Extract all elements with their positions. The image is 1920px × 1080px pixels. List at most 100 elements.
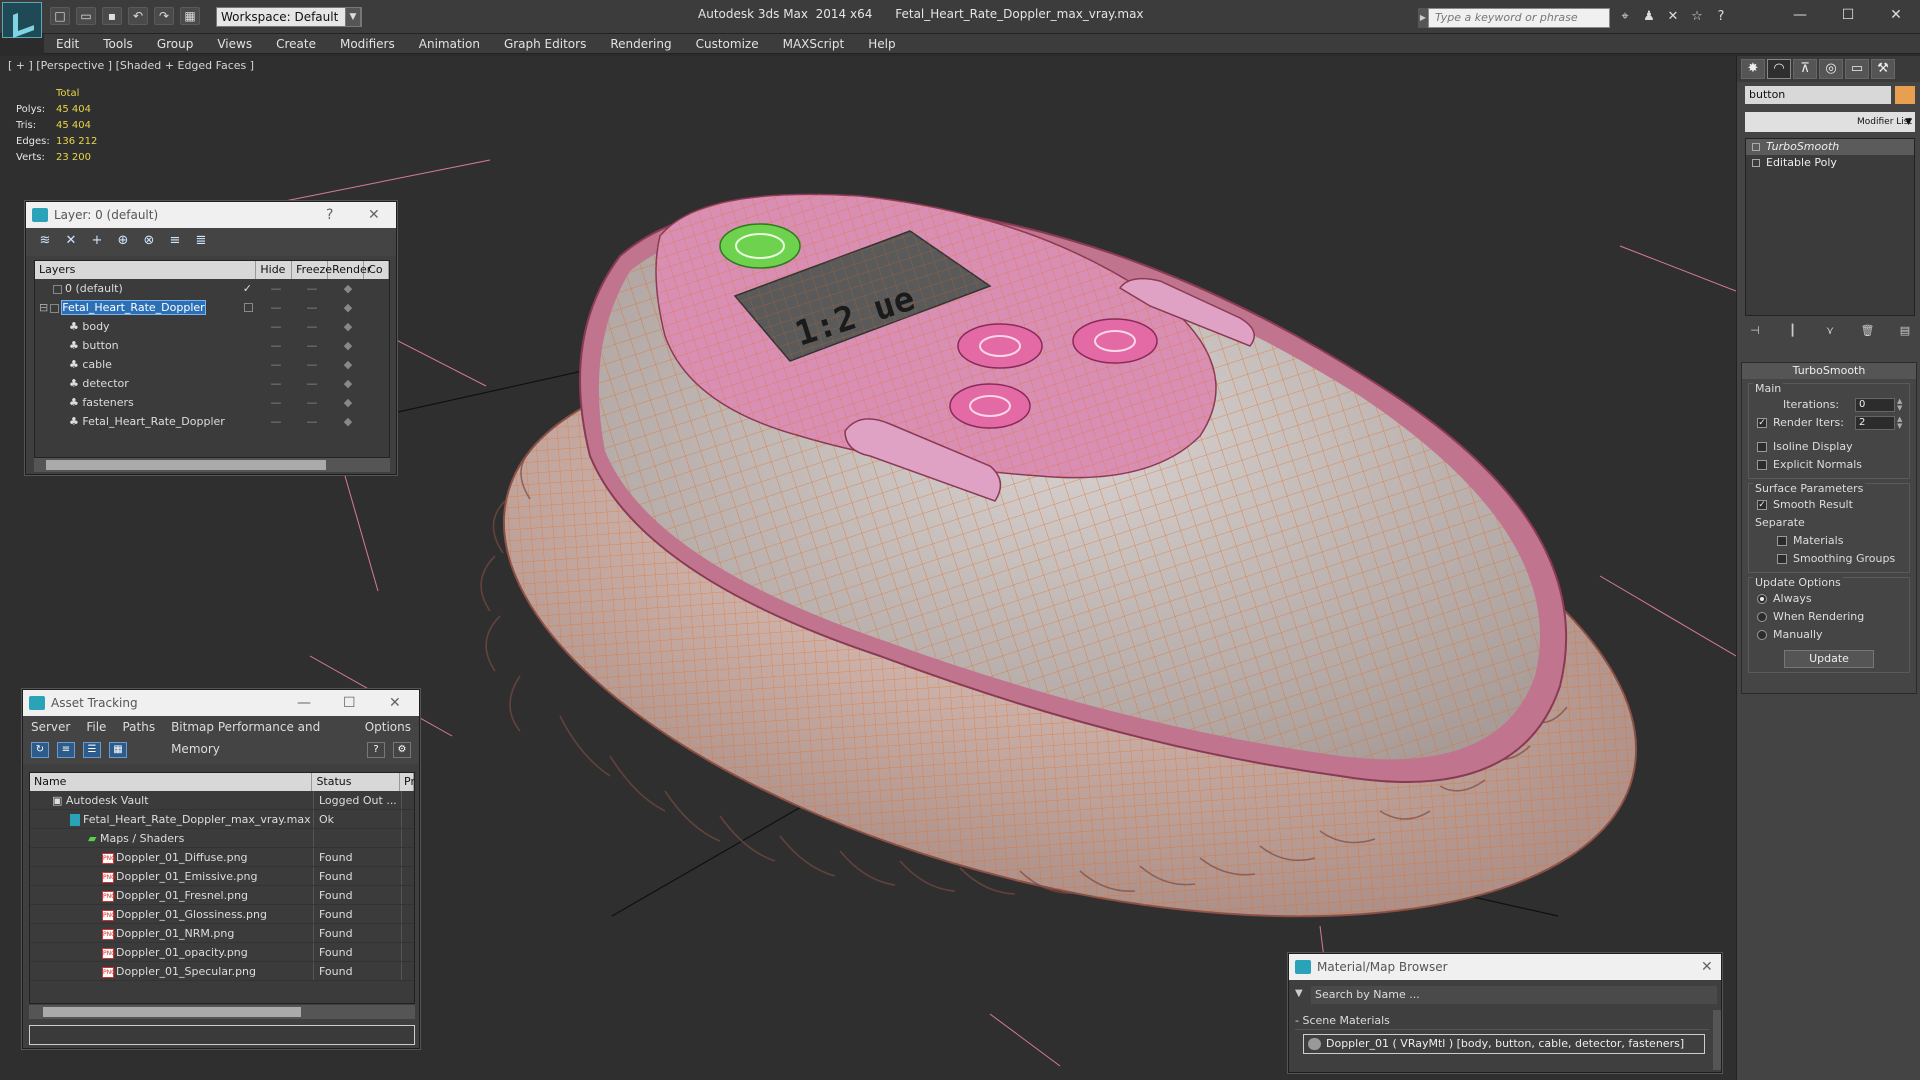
workspace-select[interactable]: Workspace: Default▾ [216,7,362,27]
materials-checkbox[interactable] [1777,536,1787,546]
render-teapot-icon[interactable]: ◆ [330,279,366,298]
mat-panel-titlebar[interactable]: Material/Map Browser ✕ [1289,954,1721,980]
detail-view-icon[interactable]: ☰ [83,742,101,758]
menu-customize[interactable]: Customize [684,34,771,53]
highlight-selected-icon[interactable]: ⊗ [140,233,158,249]
show-end-result-icon[interactable]: ┃ [1783,322,1803,340]
search-expand-button[interactable]: ▶ [1418,8,1428,28]
hide-toggle[interactable]: — [258,374,294,393]
column-path[interactable]: Pr [400,773,414,791]
viewport-label[interactable]: [ + ] [Perspective ] [Shaded + Edged Fac… [8,59,254,72]
hierarchy-tab-icon[interactable]: ⊼ [1793,59,1817,79]
pin-stack-icon[interactable]: ⊣ [1745,322,1765,340]
make-unique-icon[interactable]: ⋎ [1820,322,1840,340]
layer-row[interactable]: ♣ Fetal_Heart_Rate_Doppler — — ◆ [35,412,389,431]
rollout-title[interactable]: TurboSmooth [1742,363,1916,379]
expand-icon[interactable] [1752,159,1760,167]
add-icon[interactable]: + [88,233,106,249]
column-layers[interactable]: Layers [35,261,257,279]
menu-tools[interactable]: Tools [91,34,145,53]
object-color-swatch[interactable] [1895,86,1915,104]
table-row[interactable]: PNGDoppler_01_NRM.png Found [30,924,414,943]
manually-radio[interactable] [1757,630,1767,640]
asset-menu-server[interactable]: Server [23,716,78,738]
close-icon[interactable]: ✕ [389,690,401,716]
smooth-result-checkbox[interactable]: ✓ [1757,500,1767,510]
undo-icon[interactable]: ↶ [128,7,148,25]
remove-modifier-icon[interactable]: 🗑 [1858,322,1878,340]
favorites-star-icon[interactable]: ☆ [1688,9,1706,25]
menu-maxscript[interactable]: MAXScript [771,34,857,53]
render-teapot-icon[interactable]: ◆ [330,298,366,317]
iterations-spinner[interactable]: 0 [1855,398,1895,412]
table-row[interactable]: Fetal_Heart_Rate_Doppler_max_vray.max Ok [30,810,414,829]
menu-help[interactable]: Help [856,34,907,53]
collapse-icon[interactable]: ⊟ [39,301,48,314]
mat-vertical-scrollbar[interactable] [1713,1010,1721,1070]
render-teapot-icon[interactable]: ◆ [330,336,366,355]
new-file-icon[interactable]: □ [50,7,70,25]
stack-item-turbosmooth[interactable]: TurboSmooth [1746,139,1914,155]
menu-modifiers[interactable]: Modifiers [328,34,407,53]
table-row[interactable]: PNGDoppler_01_Diffuse.png Found [30,848,414,867]
smoothing-groups-checkbox[interactable] [1777,554,1787,564]
help-icon[interactable]: ? [1712,9,1730,25]
hide-toggle[interactable]: — [258,317,294,336]
select-in-layer-icon[interactable]: ⊕ [114,233,132,249]
maximize-icon[interactable]: ☐ [343,690,356,716]
spinner-arrows-icon[interactable]: ▲ ▼ [1897,416,1905,430]
binoculars-icon[interactable]: ⌖ [1616,9,1634,25]
hide-toggle[interactable]: — [258,355,294,374]
minimize-icon[interactable]: — [297,690,311,716]
render-iters-checkbox[interactable]: ✓ [1757,418,1767,428]
table-row[interactable]: PNGDoppler_01_opacity.png Found [30,943,414,962]
close-icon[interactable]: ✕ [368,202,380,228]
bulb-icon[interactable] [1752,143,1760,151]
render-teapot-icon[interactable]: ◆ [330,412,366,431]
freeze-toggle[interactable]: — [294,317,330,336]
menu-create[interactable]: Create [264,34,328,53]
settings-icon[interactable]: ⚙ [393,742,411,758]
scene-materials-group[interactable]: - Scene Materials [1295,1012,1709,1030]
close-button[interactable]: ✕ [1872,0,1920,30]
menu-animation[interactable]: Animation [407,34,492,53]
create-tab-icon[interactable]: ✸ [1741,59,1765,79]
column-color[interactable]: Co [364,261,389,279]
when-rendering-radio[interactable] [1757,612,1767,622]
hide-toggle[interactable]: — [258,336,294,355]
delete-icon[interactable]: ✕ [62,233,80,249]
table-row[interactable]: PNGDoppler_01_Fresnel.png Found [30,886,414,905]
column-name[interactable]: Name [30,773,313,791]
help-icon[interactable]: ? [367,742,385,758]
app-logo-button[interactable] [2,2,42,38]
layer-row[interactable]: ♣ fasteners — — ◆ [35,393,389,412]
asset-menu-bitmap[interactable]: Bitmap Performance and Memory [163,716,357,756]
scrollbar-thumb[interactable] [46,460,326,470]
layer-row[interactable]: 0 (default) ✓ — — ◆ [35,279,389,298]
configure-sets-icon[interactable]: ▤ [1895,322,1915,340]
explicit-normals-checkbox[interactable] [1757,460,1767,470]
asset-menu-options[interactable]: Options [357,716,419,738]
help-icon[interactable]: ? [326,202,333,228]
render-teapot-icon[interactable]: ◆ [330,374,366,393]
asset-menu-paths[interactable]: Paths [114,716,163,738]
freeze-all-icon[interactable]: ≣ [192,233,210,249]
chevron-down-icon[interactable]: ▼ [1295,988,1303,999]
layer-row[interactable]: ♣ button — — ◆ [35,336,389,355]
hide-toggle[interactable]: — [258,279,294,298]
menu-graph-editors[interactable]: Graph Editors [492,34,598,53]
layer-row[interactable]: ♣ cable — — ◆ [35,355,389,374]
render-teapot-icon[interactable]: ◆ [330,317,366,336]
save-file-icon[interactable]: ▪ [102,7,122,25]
menu-group[interactable]: Group [145,34,206,53]
freeze-toggle[interactable]: — [294,393,330,412]
close-icon[interactable]: ✕ [1701,954,1713,980]
scrollbar-thumb[interactable] [43,1007,301,1017]
search-input[interactable]: Type a keyword or phrase [1428,8,1610,28]
minimize-button[interactable]: — [1776,0,1824,30]
workspace-dropdown-button[interactable]: ▼ [345,7,361,27]
list-view-icon[interactable]: ≡ [57,742,75,758]
material-item[interactable]: Doppler_01 ( VRayMtl ) [body, button, ca… [1303,1034,1705,1054]
utilities-tab-icon[interactable]: ⚒ [1871,59,1895,79]
asset-horizontal-scrollbar[interactable] [29,1005,415,1019]
